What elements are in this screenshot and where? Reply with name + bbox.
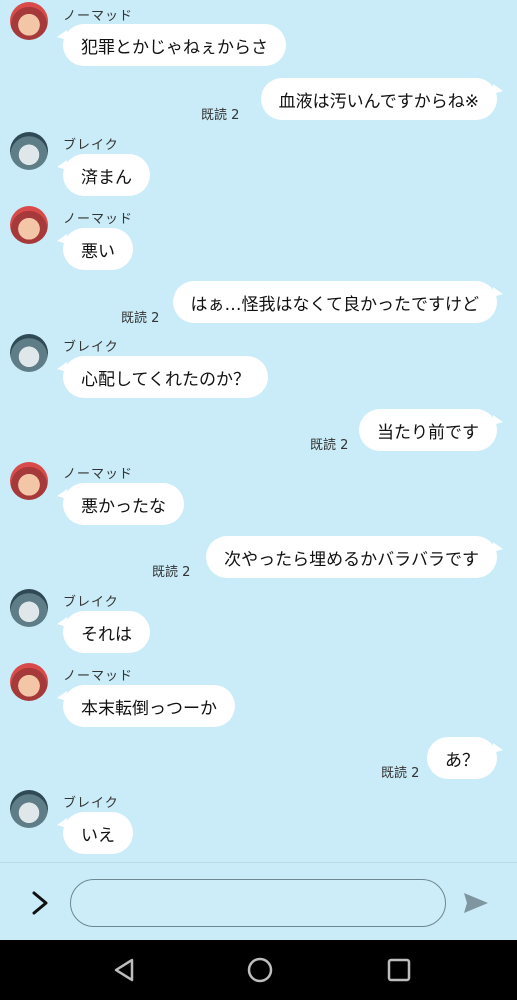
chat-area[interactable]: ノーマッド 犯罪とかじゃねぇからさ 既読 2 血液は汚いんですからね※ ブレイク… [0, 0, 517, 862]
message-text: 血液は汚いんですからね※ [278, 91, 479, 112]
blake-avatar[interactable] [10, 790, 48, 828]
recent-square-icon[interactable] [385, 956, 413, 984]
send-icon[interactable] [462, 891, 490, 915]
message-bubble[interactable]: 心配してくれたのか？ [57, 356, 268, 398]
message-text: 次やったら埋めるかバラバラです [224, 549, 479, 570]
home-circle-icon[interactable] [246, 956, 274, 984]
speaker-name: ブレイク [63, 138, 119, 153]
blake-avatar[interactable] [10, 589, 48, 627]
back-triangle-icon[interactable] [110, 956, 138, 984]
speaker-name: ブレイク [63, 340, 119, 355]
read-receipt: 既読 2 [381, 766, 420, 781]
message-text: はぁ…怪我はなくて良かったですけど [190, 294, 480, 315]
message-bubble[interactable]: 悪かったな [57, 483, 184, 525]
read-receipt: 既読 2 [310, 438, 349, 453]
message-text: 本末転倒っつーか [81, 698, 217, 719]
speaker-name: ブレイク [63, 796, 119, 811]
message-input-bar [0, 862, 517, 940]
message-bubble[interactable]: 当たり前です [359, 409, 503, 451]
nomad-avatar[interactable] [10, 663, 48, 701]
message-text: 悪い [81, 241, 115, 262]
message-text: 心配してくれたのか？ [81, 369, 250, 390]
message-bubble[interactable]: いえ [57, 812, 133, 854]
message-text: 当たり前です [377, 422, 479, 443]
nomad-avatar[interactable] [10, 2, 48, 40]
message-text: 悪かったな [81, 496, 166, 517]
message-bubble[interactable]: それは [57, 611, 150, 653]
message-text: それは [81, 624, 132, 645]
message-text: いえ [81, 825, 115, 846]
blake-avatar[interactable] [10, 334, 48, 372]
read-receipt: 既読 2 [152, 565, 191, 580]
chevron-right-icon[interactable] [28, 889, 52, 917]
message-bubble[interactable]: はぁ…怪我はなくて良かったですけど [172, 281, 503, 323]
message-input[interactable] [70, 879, 446, 927]
message-text: 済まん [81, 167, 132, 188]
message-bubble[interactable]: あ？ [427, 737, 503, 779]
nomad-avatar[interactable] [10, 206, 48, 244]
nomad-avatar[interactable] [10, 462, 48, 500]
message-bubble[interactable]: 次やったら埋めるかバラバラです [206, 536, 503, 578]
speaker-name: ノーマッド [63, 9, 134, 24]
message-bubble[interactable]: 本末転倒っつーか [57, 685, 235, 727]
read-receipt: 既読 2 [121, 311, 160, 326]
blake-avatar[interactable] [10, 132, 48, 170]
message-bubble[interactable]: 済まん [57, 154, 150, 196]
speaker-name: ノーマッド [63, 669, 134, 684]
system-nav-bar [0, 940, 517, 1000]
message-bubble[interactable]: 犯罪とかじゃねぇからさ [57, 24, 286, 66]
message-text: あ？ [445, 750, 479, 771]
speaker-name: ブレイク [63, 595, 119, 610]
message-text: 犯罪とかじゃねぇからさ [81, 37, 268, 58]
message-bubble[interactable]: 悪い [57, 228, 133, 270]
read-receipt: 既読 2 [201, 108, 240, 123]
speaker-name: ノーマッド [63, 212, 134, 227]
speaker-name: ノーマッド [63, 467, 134, 482]
message-bubble[interactable]: 血液は汚いんですからね※ [260, 78, 504, 120]
